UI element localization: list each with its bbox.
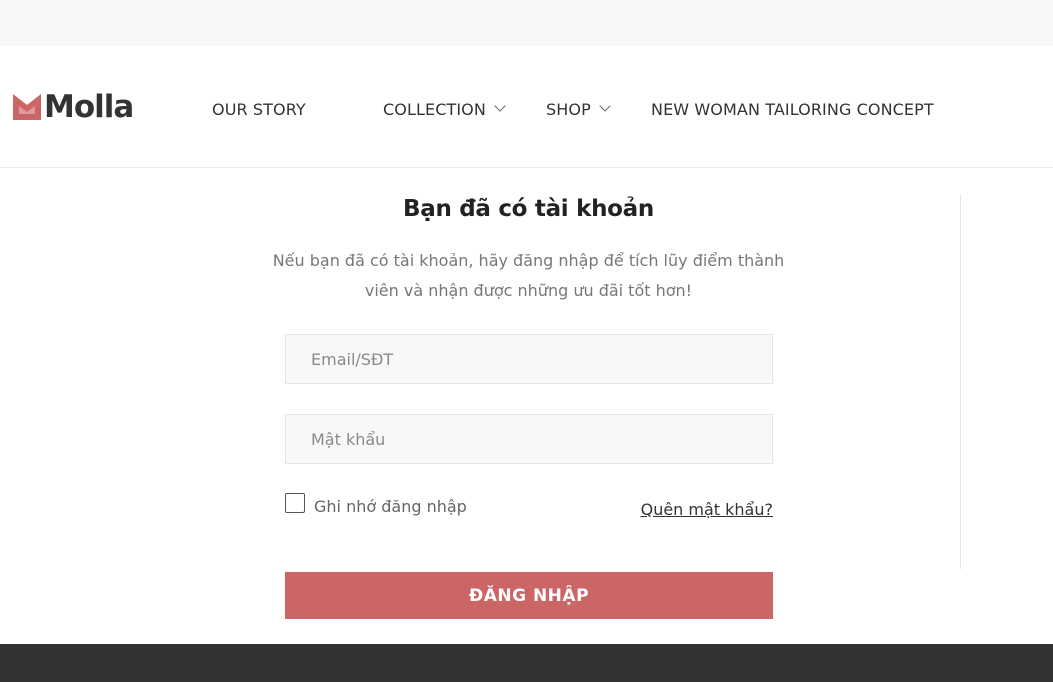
nav-item-collection[interactable]: COLLECTION xyxy=(383,98,506,120)
nav-label: OUR STORY xyxy=(212,99,306,119)
login-description: Nếu bạn đã có tài khoản, hãy đăng nhập đ… xyxy=(258,246,799,306)
nav-label: SHOP xyxy=(546,99,591,119)
site-header: Molla OUR STORY COLLECTION SHOP NEW WOMA… xyxy=(0,46,1053,168)
logo[interactable]: Molla xyxy=(12,89,134,125)
logo-text: Molla xyxy=(44,89,134,125)
login-description-line-1: Nếu bạn đã có tài khoản, hãy đăng nhập đ… xyxy=(272,251,785,270)
remember-label[interactable]: Ghi nhớ đăng nhập xyxy=(314,497,467,516)
email-field[interactable] xyxy=(285,334,773,384)
nav-item-our-story[interactable]: OUR STORY xyxy=(212,98,306,120)
nav-label: NEW WOMAN TAILORING CONCEPT xyxy=(651,99,934,119)
forgot-password-link[interactable]: Quên mật khẩu? xyxy=(560,500,773,519)
column-divider xyxy=(960,194,961,569)
nav-item-shop[interactable]: SHOP xyxy=(546,98,611,120)
login-description-line-2: viên và nhận được những ưu đãi tốt hơn! xyxy=(364,281,693,300)
remember-checkbox[interactable] xyxy=(285,492,305,513)
login-button[interactable]: ĐĂNG NHẬP xyxy=(285,572,773,619)
nav-label: COLLECTION xyxy=(383,99,486,119)
chevron-down-icon xyxy=(494,100,506,112)
logo-mark-icon xyxy=(13,94,41,120)
password-field[interactable] xyxy=(285,414,773,464)
top-bar xyxy=(0,0,1053,46)
footer xyxy=(0,644,1053,682)
remember-me: Ghi nhớ đăng nhập xyxy=(285,489,467,516)
chevron-down-icon xyxy=(599,100,611,112)
nav-item-new-woman-tailoring-concept[interactable]: NEW WOMAN TAILORING CONCEPT xyxy=(651,98,934,120)
login-title: Bạn đã có tài khoản xyxy=(403,196,654,222)
